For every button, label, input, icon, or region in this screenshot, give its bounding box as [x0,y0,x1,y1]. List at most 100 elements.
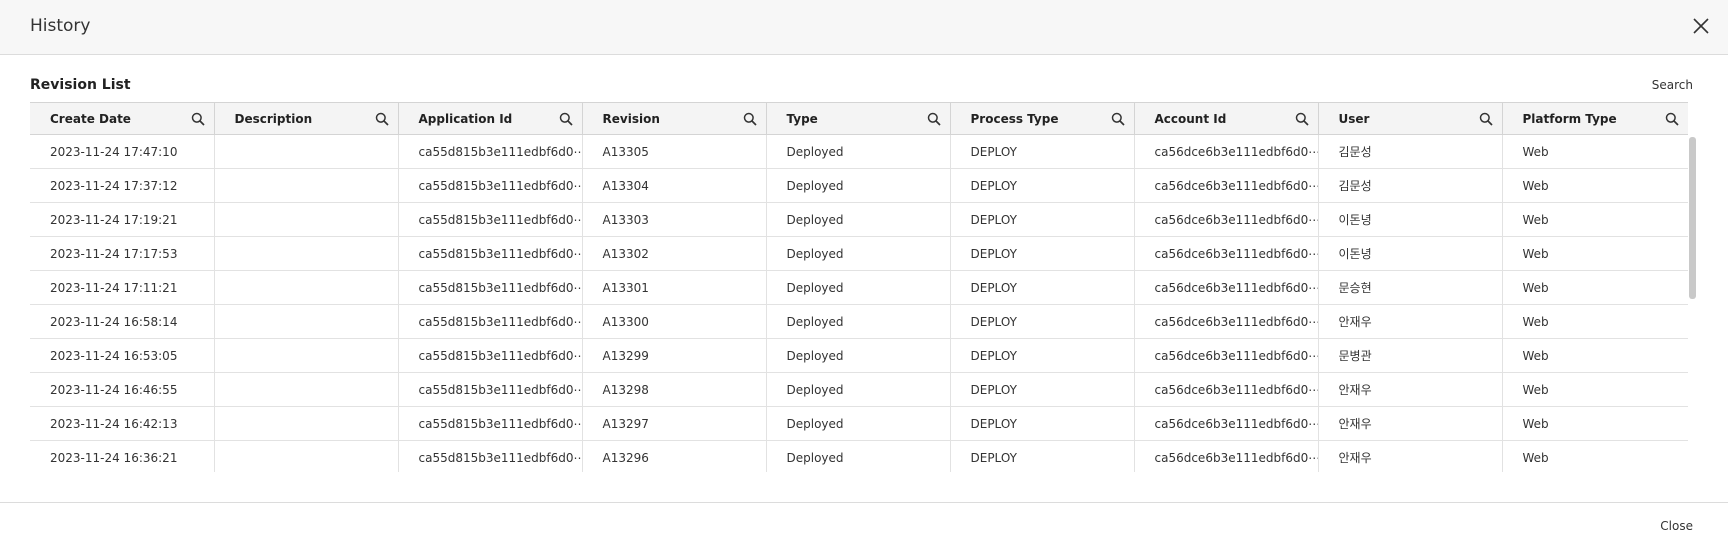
column-header[interactable]: Create Date [30,102,215,135]
table-cell: Web [1502,134,1688,169]
column-header-label: Application Id [418,111,513,126]
modal-title: History [30,16,91,36]
table-cell: A13297 [582,406,767,441]
column-header[interactable]: Type [766,102,951,135]
table-cell: 김문성 [1318,134,1503,169]
table-cell: ca56dce6b3e111edbf6d0⋯ [1134,168,1319,203]
table-cell: ca56dce6b3e111edbf6d0⋯ [1134,134,1319,169]
table-row[interactable]: 2023-11-24 16:36:21 ca55d815b3e111edbf6d0… [30,440,1688,472]
table-cell: 2023-11-24 17:37:12 [30,168,215,203]
table-cell: 안재우 [1318,440,1503,472]
table-row[interactable]: 2023-11-24 17:37:12 ca55d815b3e111edbf6d0… [30,168,1688,203]
revision-table: Create Date Description Application Id Revi… [30,102,1688,472]
close-icon[interactable] [1688,13,1714,39]
table-cell: ca56dce6b3e111edbf6d0⋯ [1134,406,1319,441]
column-header[interactable]: Account Id [1134,102,1319,135]
table-cell: ca55d815b3e111edbf6d0⋯ [398,338,583,373]
footer-divider [0,502,1728,503]
table-cell: Deployed [766,134,951,169]
table-cell: ca55d815b3e111edbf6d0⋯ [398,168,583,203]
table-row[interactable]: 2023-11-24 16:53:05 ca55d815b3e111edbf6d0… [30,338,1688,373]
table-cell [214,406,399,441]
column-header[interactable]: Process Type [950,102,1135,135]
table-row[interactable]: 2023-11-24 16:46:55 ca55d815b3e111edbf6d0… [30,372,1688,407]
table-cell: 2023-11-24 16:42:13 [30,406,215,441]
table-cell: ca56dce6b3e111edbf6d0⋯ [1134,440,1319,472]
search-icon[interactable] [191,112,205,126]
table-cell: DEPLOY [950,168,1135,203]
table-cell: Web [1502,406,1688,441]
search-icon[interactable] [1479,112,1493,126]
column-header-label: User [1338,111,1370,126]
table-cell: ca55d815b3e111edbf6d0⋯ [398,236,583,271]
table-cell: ca55d815b3e111edbf6d0⋯ [398,406,583,441]
section-title: Revision List [30,77,131,93]
table-cell: 안재우 [1318,372,1503,407]
table-cell: ca56dce6b3e111edbf6d0⋯ [1134,202,1319,237]
search-icon[interactable] [559,112,573,126]
column-header[interactable]: Application Id [398,102,583,135]
search-icon[interactable] [375,112,389,126]
table-cell [214,168,399,203]
table-cell: ca56dce6b3e111edbf6d0⋯ [1134,304,1319,339]
column-header[interactable]: User [1318,102,1503,135]
column-header[interactable]: Description [214,102,399,135]
table-cell: ca56dce6b3e111edbf6d0⋯ [1134,338,1319,373]
table-cell: 김문성 [1318,168,1503,203]
table-cell: ca56dce6b3e111edbf6d0⋯ [1134,236,1319,271]
table-cell: DEPLOY [950,406,1135,441]
table-cell: A13305 [582,134,767,169]
table-row[interactable]: 2023-11-24 17:17:53 ca55d815b3e111edbf6d0… [30,236,1688,271]
column-header[interactable]: Revision [582,102,767,135]
table-row[interactable]: 2023-11-24 16:42:13 ca55d815b3e111edbf6d0… [30,406,1688,441]
search-icon[interactable] [1665,112,1679,126]
table-cell [214,304,399,339]
table-cell: Web [1502,372,1688,407]
table-cell: DEPLOY [950,134,1135,169]
column-header-label: Type [786,111,818,126]
table-row[interactable]: 2023-11-24 17:11:21 ca55d815b3e111edbf6d0… [30,270,1688,305]
table-cell: 2023-11-24 17:47:10 [30,134,215,169]
history-modal: History Revision List Search Create Date… [0,0,1728,552]
table-cell: DEPLOY [950,372,1135,407]
table-cell [214,372,399,407]
close-button[interactable]: Close [1660,519,1693,533]
table-cell: 문승현 [1318,270,1503,305]
table-cell: Web [1502,168,1688,203]
table-cell [214,440,399,472]
table-row[interactable]: 2023-11-24 17:47:10 ca55d815b3e111edbf6d0… [30,134,1688,169]
revision-grid: Create Date Description Application Id Revi… [30,102,1696,472]
table-cell: A13303 [582,202,767,237]
table-cell: A13296 [582,440,767,472]
table-cell [214,338,399,373]
table-cell: A13304 [582,168,767,203]
search-icon[interactable] [1111,112,1125,126]
column-header-label: Account Id [1154,111,1227,126]
table-cell: ca55d815b3e111edbf6d0⋯ [398,270,583,305]
search-icon[interactable] [927,112,941,126]
column-header[interactable]: Platform Type [1502,102,1688,135]
table-cell: DEPLOY [950,236,1135,271]
search-icon[interactable] [743,112,757,126]
table-cell: Deployed [766,440,951,472]
table-row[interactable]: 2023-11-24 17:19:21 ca55d815b3e111edbf6d0… [30,202,1688,237]
table-cell: ca55d815b3e111edbf6d0⋯ [398,134,583,169]
search-icon[interactable] [1295,112,1309,126]
column-header-label: Revision [602,111,660,126]
table-row[interactable]: 2023-11-24 16:58:14 ca55d815b3e111edbf6d0… [30,304,1688,339]
table-cell: 문병관 [1318,338,1503,373]
vertical-scrollbar[interactable] [1689,137,1696,299]
column-header-label: Platform Type [1522,111,1617,126]
modal-header: History [0,0,1728,55]
table-cell: Web [1502,236,1688,271]
table-cell: 2023-11-24 16:53:05 [30,338,215,373]
table-cell [214,202,399,237]
table-cell: 이돈녕 [1318,236,1503,271]
search-button[interactable]: Search [1652,78,1693,92]
table-cell: A13299 [582,338,767,373]
column-header-label: Create Date [50,111,131,126]
table-cell: Web [1502,440,1688,472]
table-cell [214,236,399,271]
table-cell: A13302 [582,236,767,271]
table-cell [214,134,399,169]
